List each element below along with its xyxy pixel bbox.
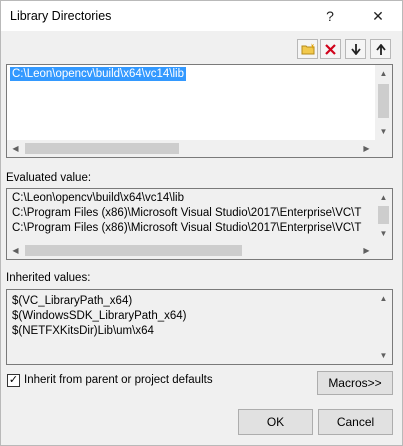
- cancel-button-label: Cancel: [336, 415, 375, 429]
- inherited-line: $(WindowsSDK_LibraryPath_x64): [12, 310, 187, 322]
- inherit-checkbox-label[interactable]: Inherit from parent or project defaults: [24, 374, 213, 386]
- evaluated-value-label: Evaluated value:: [6, 172, 92, 184]
- move-up-button[interactable]: [370, 39, 391, 59]
- scroll-thumb[interactable]: [378, 84, 389, 118]
- cancel-button[interactable]: Cancel: [318, 409, 393, 435]
- evaluated-vertical-scrollbar[interactable]: ▲ ▼: [375, 189, 392, 242]
- new-folder-icon: [301, 43, 315, 55]
- scroll-thumb[interactable]: [25, 245, 242, 256]
- macros-button-label: Macros>>: [328, 376, 382, 390]
- scroll-up-arrow-icon[interactable]: ▲: [375, 290, 392, 307]
- scroll-up-arrow-icon[interactable]: ▲: [375, 189, 392, 206]
- scroll-right-arrow-icon[interactable]: ▶: [358, 242, 375, 259]
- scroll-down-arrow-icon[interactable]: ▼: [375, 347, 392, 364]
- checkmark-icon: ✓: [8, 374, 19, 386]
- close-icon: ✕: [372, 7, 384, 24]
- inherit-checkbox[interactable]: ✓: [7, 374, 20, 387]
- delete-button[interactable]: [320, 39, 341, 59]
- inherited-line: $(NETFXKitsDir)Lib\um\x64: [12, 325, 154, 337]
- directory-item[interactable]: C:\Leon\opencv\build\x64\vc14\lib: [10, 67, 186, 81]
- scroll-left-arrow-icon[interactable]: ◀: [7, 242, 24, 259]
- inherited-vertical-scrollbar[interactable]: ▲ ▼: [375, 290, 392, 364]
- inherited-values-label: Inherited values:: [6, 272, 91, 284]
- ok-button[interactable]: OK: [238, 409, 313, 435]
- ok-button-label: OK: [266, 415, 285, 429]
- scroll-down-arrow-icon[interactable]: ▼: [375, 123, 392, 140]
- scroll-down-arrow-icon[interactable]: ▼: [375, 225, 392, 242]
- new-line-button[interactable]: [297, 39, 318, 59]
- inherited-values-box[interactable]: $(VC_LibraryPath_x64) $(WindowsSDK_Libra…: [6, 289, 393, 365]
- evaluated-line: C:\Program Files (x86)\Microsoft Visual …: [12, 222, 362, 234]
- scroll-thumb[interactable]: [378, 206, 389, 224]
- move-down-button[interactable]: [345, 39, 366, 59]
- library-directories-dialog: Library Directories ? ✕ C:\Leon\opencv\b…: [0, 0, 403, 446]
- evaluated-line: C:\Program Files (x86)\Microsoft Visual …: [12, 207, 362, 219]
- directories-horizontal-scrollbar[interactable]: ◀ ▶: [7, 140, 392, 157]
- scroll-right-arrow-icon[interactable]: ▶: [358, 140, 375, 157]
- evaluated-line: C:\Leon\opencv\build\x64\vc14\lib: [12, 192, 184, 204]
- inherited-line: $(VC_LibraryPath_x64): [12, 295, 133, 307]
- evaluated-value-box[interactable]: C:\Leon\opencv\build\x64\vc14\lib C:\Pro…: [6, 188, 393, 260]
- directories-list[interactable]: C:\Leon\opencv\build\x64\vc14\lib ▲ ▼ ◀ …: [6, 64, 393, 158]
- title-bar: Library Directories ? ✕: [1, 1, 402, 31]
- move-up-arrow-icon: [375, 43, 386, 55]
- evaluated-horizontal-scrollbar[interactable]: ◀ ▶: [7, 242, 392, 259]
- scroll-left-arrow-icon[interactable]: ◀: [7, 140, 24, 157]
- window-title: Library Directories: [10, 9, 112, 23]
- help-icon: ?: [326, 8, 334, 24]
- scroll-thumb[interactable]: [25, 143, 179, 154]
- close-button[interactable]: ✕: [360, 1, 396, 31]
- delete-icon: [325, 43, 336, 55]
- move-down-arrow-icon: [350, 43, 361, 55]
- directories-vertical-scrollbar[interactable]: ▲ ▼: [375, 65, 392, 140]
- scroll-up-arrow-icon[interactable]: ▲: [375, 65, 392, 82]
- help-button[interactable]: ?: [312, 1, 348, 31]
- macros-button[interactable]: Macros>>: [317, 371, 393, 395]
